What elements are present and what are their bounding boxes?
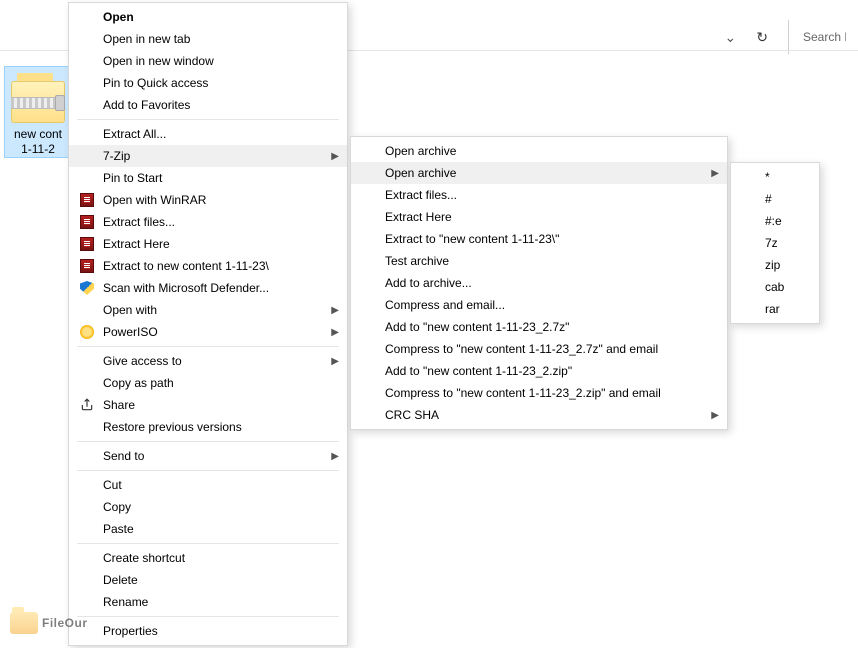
menu-pin-start[interactable]: Pin to Start [69,167,347,189]
menu-7z-test-archive[interactable]: Test archive [351,250,727,272]
menu-7z-compress-7z-email[interactable]: Compress to "new content 1-11-23_2.7z" a… [351,338,727,360]
menu-type-star[interactable]: * [731,166,819,188]
menu-scan-defender[interactable]: Scan with Microsoft Defender... [69,277,347,299]
winrar-icon [77,258,97,274]
menu-7z-extract-to[interactable]: Extract to "new content 1-11-23\" [351,228,727,250]
menu-7z-compress-zip-email[interactable]: Compress to "new content 1-11-23_2.zip" … [351,382,727,404]
menu-copy[interactable]: Copy [69,496,347,518]
poweriso-icon [77,324,97,340]
menu-7z-open-archive[interactable]: Open archive [351,140,727,162]
menu-paste[interactable]: Paste [69,518,347,540]
winrar-icon [77,192,97,208]
menu-copy-as-path[interactable]: Copy as path [69,372,347,394]
refresh-icon[interactable]: ↻ [756,29,768,46]
menu-7z-add-zip[interactable]: Add to "new content 1-11-23_2.zip" [351,360,727,382]
menu-type-7z[interactable]: 7z [731,232,819,254]
menu-properties[interactable]: Properties [69,620,347,642]
menu-open-new-tab[interactable]: Open in new tab [69,28,347,50]
menu-7z-extract-here[interactable]: Extract Here [351,206,727,228]
menu-type-zip[interactable]: zip [731,254,819,276]
menu-create-shortcut[interactable]: Create shortcut [69,547,347,569]
search-input[interactable]: Search N [788,20,846,54]
menu-7z-open-archive-as[interactable]: Open archive▶ [351,162,727,184]
menu-separator [77,119,339,120]
file-item-zip[interactable]: new cont1-11-2 [4,66,72,158]
submenu-arrow-icon: ▶ [331,151,339,162]
context-menu-7zip: Open archive Open archive▶ Extract files… [350,136,728,430]
winrar-icon [77,214,97,230]
submenu-arrow-icon: ▶ [331,356,339,367]
menu-cut[interactable]: Cut [69,474,347,496]
menu-restore-versions[interactable]: Restore previous versions [69,416,347,438]
menu-delete[interactable]: Delete [69,569,347,591]
context-menu-main: Open Open in new tab Open in new window … [68,2,348,646]
menu-7z-compress-email[interactable]: Compress and email... [351,294,727,316]
menu-poweriso[interactable]: PowerISO▶ [69,321,347,343]
menu-winrar-extract-to[interactable]: Extract to new content 1-11-23\ [69,255,347,277]
menu-7zip[interactable]: 7-Zip▶ [69,145,347,167]
submenu-arrow-icon: ▶ [331,305,339,316]
winrar-icon [77,236,97,252]
menu-separator [77,616,339,617]
menu-7z-add-to-archive[interactable]: Add to archive... [351,272,727,294]
watermark-folder-icon [10,612,38,634]
share-icon [77,397,97,413]
menu-give-access-to[interactable]: Give access to▶ [69,350,347,372]
menu-separator [77,543,339,544]
submenu-arrow-icon: ▶ [331,451,339,462]
menu-7z-crc-sha[interactable]: CRC SHA▶ [351,404,727,426]
menu-type-hash-e[interactable]: #:e [731,210,819,232]
menu-type-hash[interactable]: # [731,188,819,210]
submenu-arrow-icon: ▶ [331,327,339,338]
menu-winrar-extract-files[interactable]: Extract files... [69,211,347,233]
menu-pin-quick-access[interactable]: Pin to Quick access [69,72,347,94]
menu-open[interactable]: Open [69,6,347,28]
menu-separator [77,470,339,471]
shield-icon [77,280,97,296]
history-dropdown-icon[interactable]: ⌄ [725,29,737,46]
menu-7z-extract-files[interactable]: Extract files... [351,184,727,206]
context-menu-archive-type: * # #:e 7z zip cab rar [730,162,820,324]
watermark: FileOur [10,612,88,634]
submenu-arrow-icon: ▶ [711,410,719,421]
menu-open-new-window[interactable]: Open in new window [69,50,347,72]
menu-share[interactable]: Share [69,394,347,416]
menu-rename[interactable]: Rename [69,591,347,613]
menu-separator [77,346,339,347]
menu-open-winrar[interactable]: Open with WinRAR [69,189,347,211]
address-toolbar: ⌄ ↻ Search N [725,20,858,54]
menu-separator [77,441,339,442]
menu-open-with[interactable]: Open with▶ [69,299,347,321]
menu-add-favorites[interactable]: Add to Favorites [69,94,347,116]
menu-send-to[interactable]: Send to▶ [69,445,347,467]
watermark-text: FileOur [42,616,88,630]
menu-7z-add-7z[interactable]: Add to "new content 1-11-23_2.7z" [351,316,727,338]
menu-type-rar[interactable]: rar [731,298,819,320]
zip-folder-icon [9,71,67,125]
menu-winrar-extract-here[interactable]: Extract Here [69,233,347,255]
submenu-arrow-icon: ▶ [711,168,719,179]
menu-extract-all[interactable]: Extract All... [69,123,347,145]
file-name-label: new cont1-11-2 [7,127,69,157]
menu-type-cab[interactable]: cab [731,276,819,298]
